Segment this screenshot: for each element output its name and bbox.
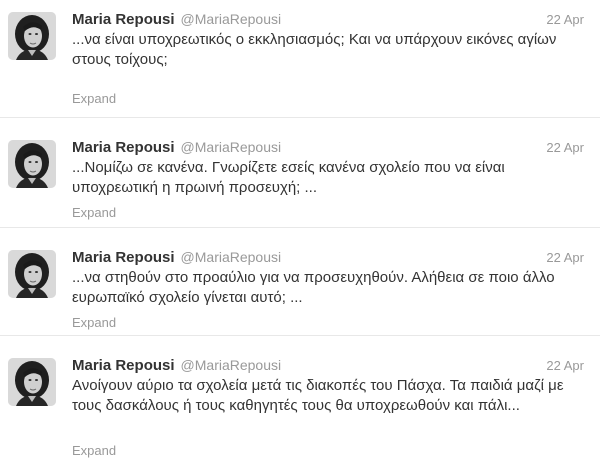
author-handle[interactable]: @MariaRepousi [181, 11, 282, 27]
author-name[interactable]: Maria Repousi [72, 11, 175, 28]
tweet-text: Ανοίγουν αύριο τα σχολεία μετά τις διακο… [72, 377, 564, 414]
tweet-header: Maria Repousi @MariaRepousi 22 Apr [72, 357, 584, 377]
avatar[interactable] [8, 12, 56, 60]
tweet-text: ...Νομίζω σε κανένα. Γνωρίζετε εσείς καν… [72, 159, 505, 196]
tweet-item[interactable]: Maria Repousi @MariaRepousi 22 Apr ...Νομ… [0, 108, 600, 228]
avatar[interactable] [8, 140, 56, 188]
tweet-timeline: Maria Repousi @MariaRepousi 22 Apr ...να … [0, 0, 600, 465]
tweet-header: Maria Repousi @MariaRepousi 22 Apr [72, 11, 584, 31]
avatar[interactable] [8, 358, 56, 406]
author-name[interactable]: Maria Repousi [72, 139, 175, 156]
author-handle[interactable]: @MariaRepousi [181, 139, 282, 155]
author-name[interactable]: Maria Repousi [72, 357, 175, 374]
profile-photo [8, 140, 56, 188]
profile-photo [8, 250, 56, 298]
author-handle[interactable]: @MariaRepousi [181, 357, 282, 373]
author-handle[interactable]: @MariaRepousi [181, 249, 282, 265]
tweet-timestamp[interactable]: 22 Apr [546, 140, 584, 155]
tweet-text: ...να είναι υποχρεωτικός ο εκκλησιασμός;… [72, 31, 557, 68]
tweet-timestamp[interactable]: 22 Apr [546, 358, 584, 373]
tweet-timestamp[interactable]: 22 Apr [546, 12, 584, 27]
expand-link[interactable]: Expand [72, 443, 116, 458]
tweet-timestamp[interactable]: 22 Apr [546, 250, 584, 265]
profile-photo [8, 12, 56, 60]
tweet-item[interactable]: Maria Repousi @MariaRepousi 22 Apr ...να … [0, 218, 600, 336]
avatar[interactable] [8, 250, 56, 298]
expand-link[interactable]: Expand [72, 91, 116, 106]
tweet-item[interactable]: Maria Repousi @MariaRepousi 22 Apr ...να … [0, 0, 600, 118]
author-name[interactable]: Maria Repousi [72, 249, 175, 266]
profile-photo [8, 358, 56, 406]
tweet-item[interactable]: Maria Repousi @MariaRepousi 22 Apr Ανοίγο… [0, 326, 600, 466]
tweet-header: Maria Repousi @MariaRepousi 22 Apr [72, 139, 584, 159]
tweet-text: ...να στηθούν στο προαύλιο για να προσευ… [72, 269, 555, 306]
tweet-header: Maria Repousi @MariaRepousi 22 Apr [72, 249, 584, 269]
